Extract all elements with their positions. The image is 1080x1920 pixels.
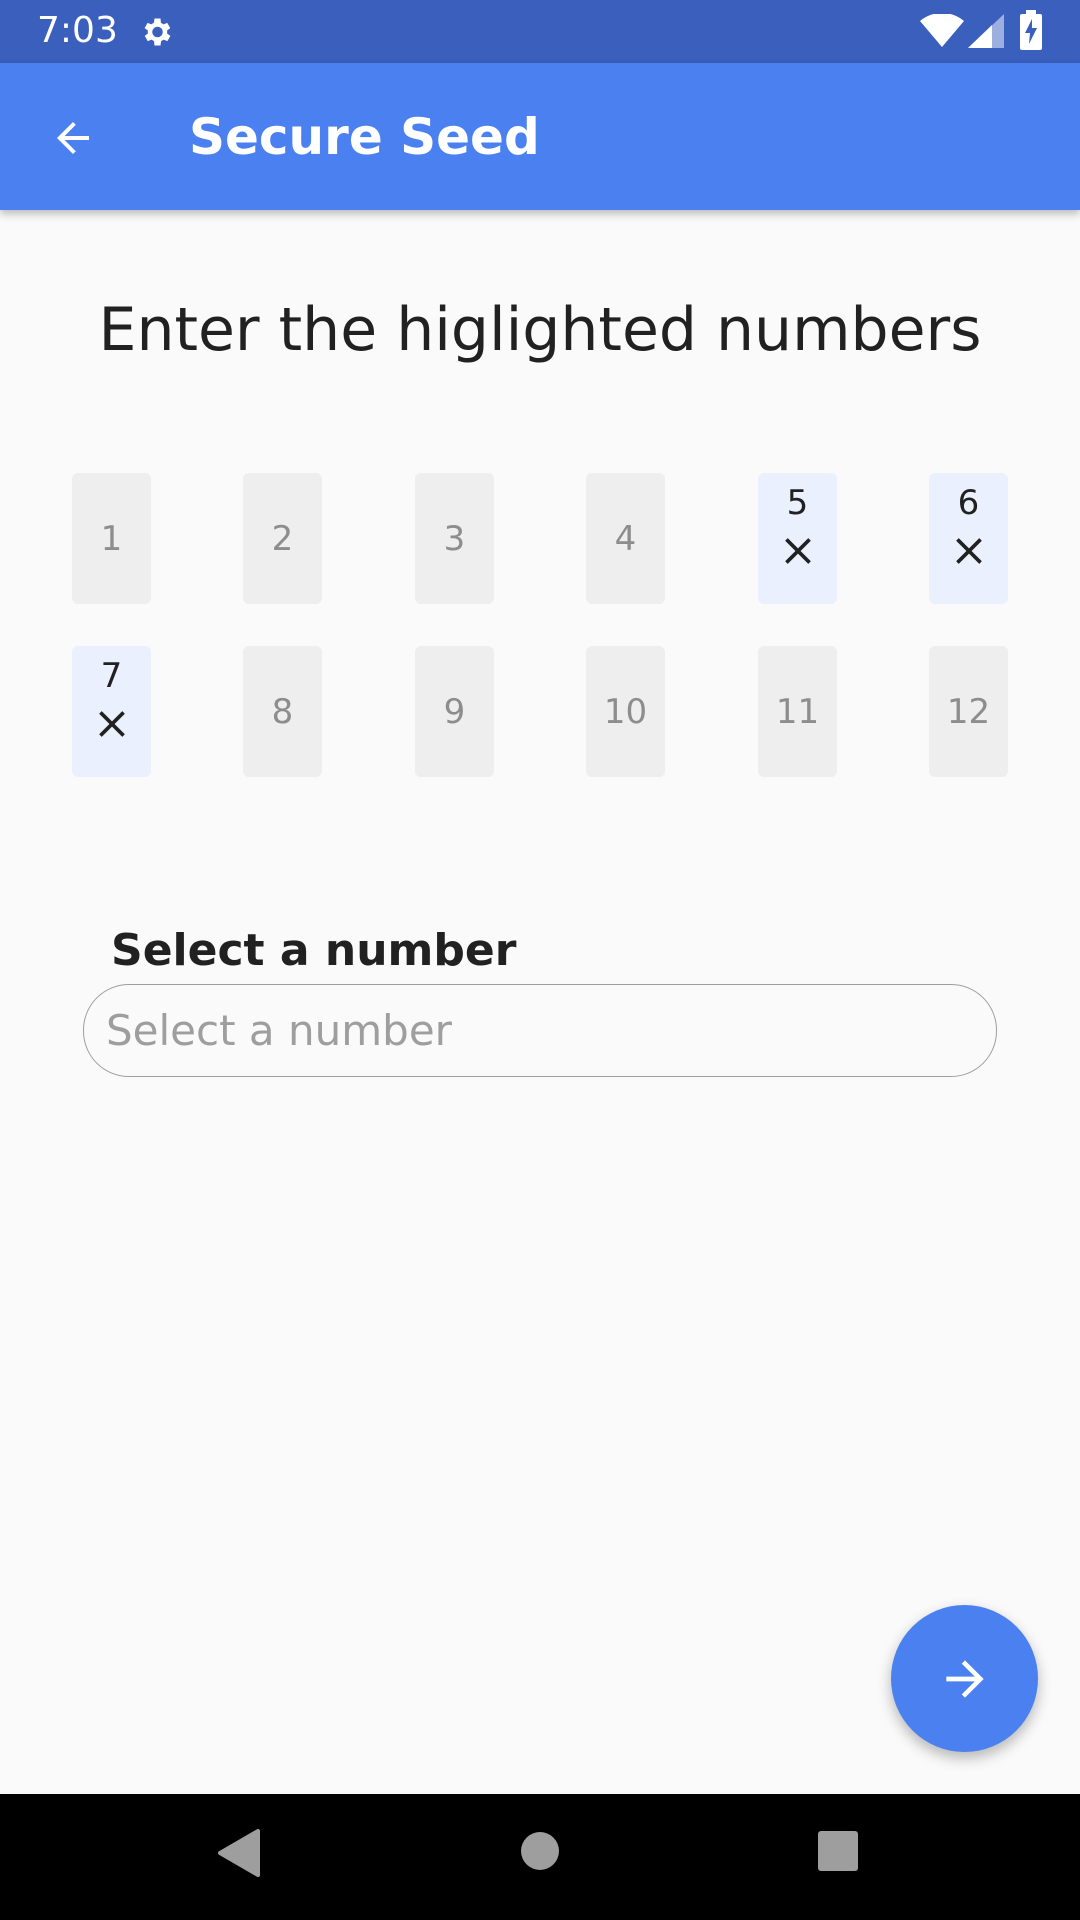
word-number: 7	[100, 656, 123, 696]
nav-recents-icon[interactable]	[818, 1831, 858, 1871]
word-box-7-highlighted[interactable]: 7	[72, 646, 151, 777]
close-icon	[784, 538, 811, 564]
word-number: 11	[775, 691, 820, 732]
word-box-12[interactable]: 12	[929, 646, 1008, 777]
number-select-input[interactable]	[83, 984, 997, 1077]
close-icon	[955, 538, 982, 564]
word-box-11[interactable]: 11	[758, 646, 837, 777]
next-button[interactable]	[891, 1605, 1038, 1752]
back-button[interactable]	[36, 101, 110, 175]
close-icon	[98, 711, 125, 737]
battery-charging-icon	[1020, 10, 1042, 50]
status-time: 7:03	[37, 10, 118, 51]
status-bar: 7:03	[0, 0, 1080, 63]
word-box-5-highlighted[interactable]: 5	[758, 473, 837, 604]
gear-icon	[144, 18, 171, 46]
word-number: 5	[786, 483, 809, 523]
wifi-icon	[920, 14, 964, 47]
word-number: 2	[271, 518, 294, 559]
word-number: 10	[603, 691, 648, 732]
word-number: 9	[443, 691, 466, 732]
word-number: 4	[614, 518, 637, 559]
signal-icon	[968, 14, 1004, 48]
app-title: Secure Seed	[189, 108, 540, 166]
arrow-left-icon	[57, 122, 89, 154]
word-number: 3	[443, 518, 466, 559]
app-bar: Secure Seed	[0, 63, 1080, 210]
select-label: Select a number	[111, 925, 517, 976]
word-box-8[interactable]: 8	[243, 646, 322, 777]
page-heading: Enter the higlighted numbers	[98, 295, 982, 365]
nav-back-icon[interactable]	[216, 1827, 260, 1879]
word-box-4[interactable]: 4	[586, 473, 665, 604]
word-box-2[interactable]: 2	[243, 473, 322, 604]
word-box-3[interactable]: 3	[415, 473, 494, 604]
word-number: 8	[271, 691, 294, 732]
word-box-9[interactable]: 9	[415, 646, 494, 777]
word-box-10[interactable]: 10	[586, 646, 665, 777]
word-number: 12	[946, 691, 991, 732]
arrow-right-icon	[945, 1659, 984, 1698]
word-box-1[interactable]: 1	[72, 473, 151, 604]
nav-home-icon[interactable]	[520, 1831, 560, 1871]
word-number: 6	[957, 483, 980, 523]
word-box-6-highlighted[interactable]: 6	[929, 473, 1008, 604]
word-number: 1	[100, 518, 123, 559]
navigation-bar	[0, 1794, 1080, 1920]
